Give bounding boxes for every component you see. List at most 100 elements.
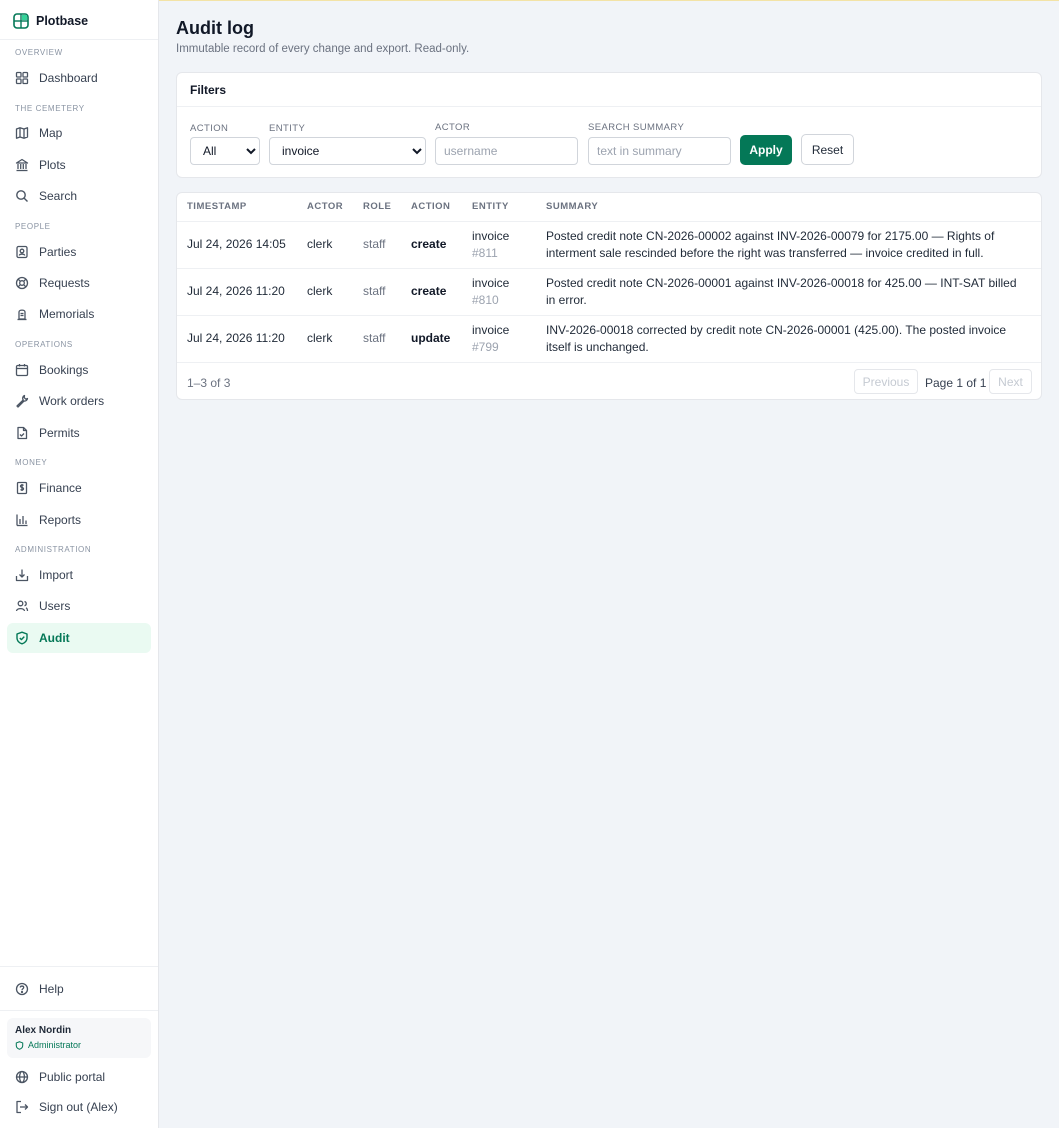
section-money: MONEY xyxy=(15,458,48,467)
sidebar-item-import[interactable]: Import xyxy=(7,560,151,590)
sidebar-item-reports[interactable]: Reports xyxy=(7,505,151,535)
sidebar-item-map[interactable]: Map xyxy=(7,118,151,148)
users-icon xyxy=(15,600,29,612)
file-check-icon xyxy=(17,426,28,440)
sidebar-item-label: Import xyxy=(39,568,74,582)
brand[interactable]: Plotbase xyxy=(13,11,88,31)
sidebar-item-label: Audit xyxy=(39,631,70,645)
entity-filter-label: ENTITY xyxy=(269,123,306,134)
cell-action: create xyxy=(401,268,462,316)
column-header-actor: ACTOR xyxy=(297,193,353,222)
sidebar-item-label: Users xyxy=(39,599,71,613)
grid-icon xyxy=(15,71,29,85)
page-indicator: Page 1 of 1 xyxy=(925,376,987,390)
memorial-icon xyxy=(17,309,27,321)
sidebar-item-label: Plots xyxy=(39,158,66,172)
sidebar-item-label: Help xyxy=(39,982,64,996)
sidebar-item-audit[interactable]: Audit xyxy=(7,623,151,653)
user-divider xyxy=(0,1010,158,1011)
section-overview: OVERVIEW xyxy=(15,48,63,57)
globe-icon xyxy=(15,1070,29,1084)
sidebar-item-users[interactable]: Users xyxy=(7,591,151,621)
cell-role: staff xyxy=(353,268,401,316)
cell-summary: Posted credit note CN-2026-00001 against… xyxy=(536,268,1041,316)
cell-entity: invoice #799 xyxy=(462,315,536,363)
search-icon xyxy=(16,190,28,202)
sidebar-item-help[interactable]: Help xyxy=(7,974,151,1004)
sidebar-item-public-portal[interactable]: Public portal xyxy=(7,1062,151,1092)
cell-role: staff xyxy=(353,315,401,363)
entity-type: invoice xyxy=(472,275,510,290)
previous-page-button[interactable]: Previous xyxy=(854,369,918,394)
section-operations: OPERATIONS xyxy=(15,340,73,349)
receipt-icon xyxy=(16,481,28,495)
actor-input[interactable] xyxy=(435,137,578,165)
shield-icon xyxy=(15,1040,24,1050)
search-summary-label: SEARCH SUMMARY xyxy=(588,122,685,133)
column-header-action: ACTION xyxy=(401,193,462,222)
user-role-label: Administrator xyxy=(28,1040,82,1050)
sidebar-item-plots[interactable]: Plots xyxy=(7,150,151,180)
next-page-button[interactable]: Next xyxy=(989,369,1032,394)
filters-heading: Filters xyxy=(177,73,1041,107)
cell-timestamp: Jul 24, 2026 14:05 xyxy=(177,221,297,269)
sidebar-item-label: Requests xyxy=(39,276,90,290)
cell-entity: invoice #810 xyxy=(462,268,536,316)
sidebar-item-label: Search xyxy=(39,189,78,203)
filters-card: Filters ACTION All ENTITY invoice ACTOR … xyxy=(176,72,1042,178)
sidebar-item-memorials[interactable]: Memorials xyxy=(7,299,151,329)
table-row: Jul 24, 2026 11:20 clerk staff update in… xyxy=(177,315,1041,363)
sidebar-item-label: Finance xyxy=(39,481,82,495)
brand-divider xyxy=(0,39,158,40)
page-subtitle: Immutable record of every change and exp… xyxy=(176,43,470,55)
cell-actor: clerk xyxy=(297,315,353,363)
cell-actor: clerk xyxy=(297,221,353,269)
sidebar-item-requests[interactable]: Requests xyxy=(7,268,151,298)
lifebuoy-icon xyxy=(15,276,29,290)
sidebar-item-dashboard[interactable]: Dashboard xyxy=(7,63,151,93)
search-summary-input[interactable] xyxy=(588,137,731,165)
user-card: Alex Nordin Administrator xyxy=(7,1018,151,1058)
sidebar-item-permits[interactable]: Permits xyxy=(7,418,151,448)
brand-name: Plotbase xyxy=(36,14,89,28)
sign-out-icon xyxy=(16,1100,29,1114)
user-role-badge: Administrator xyxy=(15,1040,143,1050)
apply-button[interactable]: Apply xyxy=(740,135,792,165)
pagination-bar: 1–3 of 3 Previous Page 1 of 1 Next xyxy=(177,364,1041,400)
landmark-icon xyxy=(15,158,29,172)
action-select[interactable]: All xyxy=(190,137,260,165)
plotbase-logo-icon xyxy=(13,13,29,29)
cell-timestamp: Jul 24, 2026 11:20 xyxy=(177,268,297,316)
result-range: 1–3 of 3 xyxy=(187,376,231,390)
sidebar-item-search[interactable]: Search xyxy=(7,181,151,211)
sidebar-item-sign-out[interactable]: Sign out (Alex) xyxy=(7,1092,151,1122)
column-header-summary: SUMMARY xyxy=(536,193,1041,222)
entity-type: invoice xyxy=(472,228,510,243)
table-row: Jul 24, 2026 11:20 clerk staff create in… xyxy=(177,268,1041,316)
wrench-icon xyxy=(16,394,29,408)
action-filter-label: ACTION xyxy=(190,123,229,134)
section-cemetery: THE CEMETERY xyxy=(15,104,85,113)
section-people: PEOPLE xyxy=(15,222,51,231)
sidebar-item-bookings[interactable]: Bookings xyxy=(7,355,151,385)
column-header-role: ROLE xyxy=(353,193,401,222)
cell-action: update xyxy=(401,315,462,363)
sidebar-item-work-orders[interactable]: Work orders xyxy=(7,386,151,416)
contact-card-icon xyxy=(16,245,28,259)
sidebar-item-label: Dashboard xyxy=(39,71,98,85)
cell-role: staff xyxy=(353,221,401,269)
table-row: Jul 24, 2026 14:05 clerk staff create in… xyxy=(177,221,1041,269)
page-title: Audit log xyxy=(176,18,254,38)
sidebar-item-label: Memorials xyxy=(39,307,95,321)
entity-select[interactable]: invoice xyxy=(269,137,426,165)
footer-divider xyxy=(0,966,158,967)
sidebar-item-label: Work orders xyxy=(39,394,105,408)
reset-button[interactable]: Reset xyxy=(801,134,854,165)
import-icon xyxy=(15,569,29,582)
sidebar-item-parties[interactable]: Parties xyxy=(7,237,151,267)
cell-action: create xyxy=(401,221,462,269)
entity-id: #811 xyxy=(472,245,498,260)
audit-table: TIMESTAMP ACTOR ROLE ACTION ENTITY SUMMA… xyxy=(177,193,1041,363)
help-icon xyxy=(15,982,29,996)
sidebar-item-finance[interactable]: Finance xyxy=(7,473,151,503)
